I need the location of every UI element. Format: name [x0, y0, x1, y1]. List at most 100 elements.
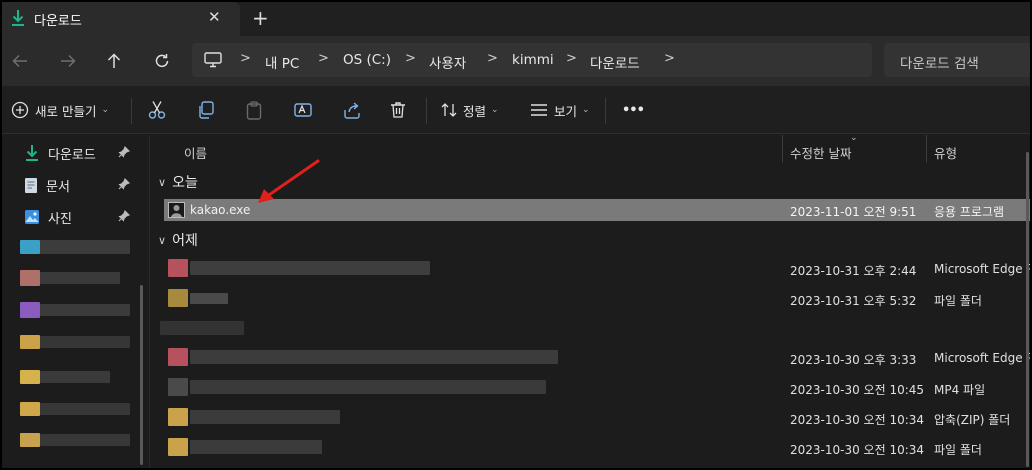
- column-divider[interactable]: [782, 135, 783, 163]
- back-button[interactable]: [6, 47, 34, 75]
- sidebar-item-pictures[interactable]: 사진: [24, 206, 130, 228]
- breadcrumb-os-drive[interactable]: OS (C:): [343, 52, 391, 68]
- file-row[interactable]: [160, 318, 1030, 340]
- file-row[interactable]: 2023-10-30 오후 3:33 Microsoft Edge P...: [164, 347, 1030, 369]
- delete-button[interactable]: [390, 98, 406, 122]
- rename-icon: [294, 103, 312, 117]
- chevron-right-icon: >: [487, 51, 498, 66]
- chevron-right-icon: >: [240, 51, 251, 66]
- file-list-scrollbar[interactable]: [1026, 152, 1029, 467]
- file-date: 2023-10-31 오후 5:32: [790, 294, 917, 308]
- file-type: 응용 프로그램: [934, 205, 1005, 219]
- file-row[interactable]: 2023-10-30 오전 10:34 압축(ZIP) 폴더: [164, 407, 1030, 429]
- new-label: 새로 만들기: [35, 103, 97, 119]
- file-row[interactable]: 2023-10-30 오전 10:45 MP4 파일: [164, 377, 1030, 399]
- file-explorer-window: 다운로드 ✕ + > 내 PC > OS (C:) > 사용자 > kimmi …: [2, 2, 1030, 468]
- copy-button[interactable]: [197, 98, 215, 122]
- kakao-app-icon: [168, 202, 185, 218]
- file-date: 2023-10-31 오후 2:44: [790, 264, 917, 278]
- tab-downloads[interactable]: 다운로드 ✕: [2, 2, 240, 36]
- chevron-down-icon: ∨: [158, 233, 167, 247]
- paste-button[interactable]: [246, 98, 262, 122]
- share-icon: [344, 102, 360, 119]
- download-icon: [10, 9, 26, 30]
- file-date: 2023-10-30 오전 10:34: [790, 443, 925, 457]
- breadcrumb-my-pc[interactable]: 내 PC: [265, 52, 299, 72]
- file-type: 압축(ZIP) 폴더: [934, 413, 1011, 427]
- file-row[interactable]: 2023-10-31 오후 2:44 Microsoft Edge P...: [164, 258, 1030, 280]
- chevron-down-icon: ⌄: [582, 105, 590, 115]
- chevron-down-icon: ⌄: [491, 105, 499, 115]
- file-row[interactable]: 2023-10-30 오전 10:34 파일 폴더: [164, 437, 1030, 459]
- column-header-name[interactable]: 이름: [184, 143, 207, 162]
- file-type: MP4 파일: [934, 383, 986, 397]
- up-button[interactable]: [100, 47, 128, 75]
- column-header-modified[interactable]: 수정한 날짜: [790, 143, 851, 162]
- file-date: 2023-10-30 오전 10:45: [790, 383, 925, 397]
- chevron-right-icon: >: [318, 51, 329, 66]
- file-date: 2023-11-01 오전 9:51: [790, 205, 917, 219]
- sidebar-item-documents[interactable]: 문서: [24, 174, 130, 196]
- new-tab-button[interactable]: +: [252, 6, 269, 30]
- sort-button[interactable]: 정렬 ⌄: [441, 98, 499, 122]
- chevron-right-icon: >: [664, 51, 675, 66]
- download-icon: [26, 145, 38, 161]
- sort-icon: [441, 103, 457, 117]
- arrow-right-icon: [61, 54, 76, 68]
- rename-button[interactable]: [294, 98, 312, 122]
- group-label: 어제: [172, 233, 198, 249]
- pin-icon[interactable]: [118, 146, 130, 161]
- chevron-down-icon: ⌄: [101, 105, 110, 115]
- close-tab-button[interactable]: ✕: [208, 8, 221, 26]
- divider: [605, 98, 606, 124]
- document-icon: [25, 177, 37, 193]
- file-date: 2023-10-30 오전 10:34: [790, 413, 925, 427]
- refresh-button[interactable]: [148, 47, 176, 75]
- tab-title: 다운로드: [34, 14, 82, 29]
- command-bar: 새로 만들기 ⌄ 정렬 ⌄ 보기 ⌄ •••: [2, 86, 1030, 134]
- trash-icon: [391, 102, 405, 118]
- pin-icon[interactable]: [118, 178, 130, 193]
- pin-icon[interactable]: [118, 210, 130, 225]
- arrow-left-icon: [12, 54, 27, 68]
- new-button[interactable]: 새로 만들기 ⌄: [11, 98, 109, 122]
- sort-chevron-icon: ⌄: [850, 133, 858, 143]
- navigation-pane: 다운로드 문서 사진: [2, 135, 148, 468]
- forward-button[interactable]: [54, 47, 82, 75]
- file-row[interactable]: 2023-10-31 오후 5:32 파일 폴더: [164, 288, 1030, 310]
- file-type: Microsoft Edge P...: [934, 262, 1030, 276]
- group-label: 오늘: [172, 175, 198, 191]
- sidebar-item-label: 사진: [48, 211, 72, 227]
- navigation-bar: > 내 PC > OS (C:) > 사용자 > kimmi > 다운로드 > …: [2, 36, 1030, 86]
- group-header-yesterday[interactable]: ∨ 어제: [158, 230, 198, 250]
- file-list: 이름 수정한 날짜 ⌄ 유형 ∨ 오늘 kakao.exe 2023-11-01…: [150, 133, 1030, 468]
- sidebar-scrollbar[interactable]: [140, 285, 143, 465]
- divider: [426, 98, 427, 124]
- address-bar[interactable]: > 내 PC > OS (C:) > 사용자 > kimmi > 다운로드 >: [192, 43, 872, 77]
- column-header-type[interactable]: 유형: [934, 143, 957, 162]
- picture-icon: [25, 210, 39, 224]
- sidebar-item-label: 문서: [46, 179, 70, 195]
- search-box[interactable]: 다운로드 검색: [884, 43, 1030, 77]
- divider: [131, 98, 132, 124]
- file-date: 2023-10-30 오후 3:33: [790, 353, 917, 367]
- file-type: Microsoft Edge P...: [934, 351, 1030, 365]
- column-divider[interactable]: [926, 135, 927, 163]
- breadcrumb-users[interactable]: 사용자: [429, 52, 466, 72]
- sidebar-item-downloads[interactable]: 다운로드: [24, 142, 130, 164]
- view-label: 보기: [554, 103, 578, 119]
- annotation-arrow-icon: [258, 159, 320, 203]
- plus-circle-icon: [11, 101, 29, 119]
- copy-icon: [199, 101, 214, 119]
- share-button[interactable]: [343, 98, 361, 122]
- more-options-button[interactable]: •••: [622, 98, 645, 122]
- view-button[interactable]: 보기 ⌄: [530, 98, 590, 122]
- breadcrumb-kimmi[interactable]: kimmi: [512, 52, 554, 68]
- file-name: kakao.exe: [190, 203, 251, 217]
- sidebar-item-label: 다운로드: [48, 147, 96, 163]
- cut-button[interactable]: [148, 98, 166, 122]
- file-type: 파일 폴더: [934, 294, 982, 308]
- group-header-today[interactable]: ∨ 오늘: [158, 172, 198, 192]
- breadcrumb-downloads[interactable]: 다운로드: [590, 52, 640, 72]
- tab-bar: 다운로드 ✕ +: [2, 2, 1030, 36]
